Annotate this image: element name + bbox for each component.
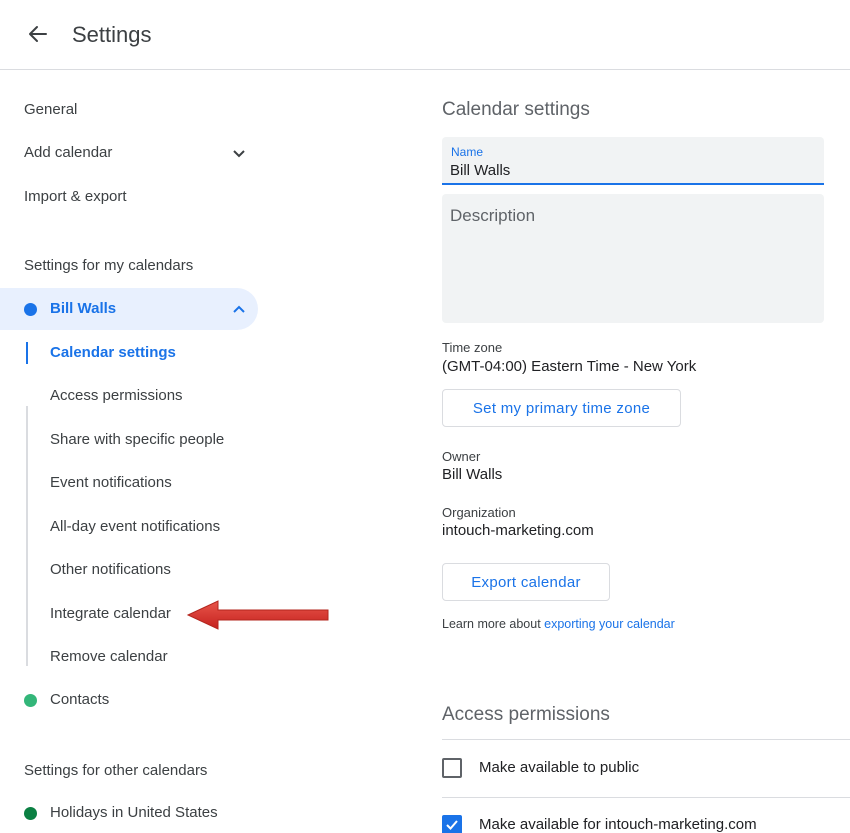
sub-other-notifications[interactable]: Other notifications (50, 561, 171, 578)
owner-label: Owner (442, 449, 480, 464)
name-field-label: Name (451, 145, 483, 159)
organization-value: intouch-marketing.com (442, 522, 594, 539)
access-permissions-heading: Access permissions (442, 704, 610, 726)
calendar-color-dot (24, 694, 37, 707)
sidebar: General Add calendar Import & export Set… (0, 70, 300, 833)
calendar-label: Bill Walls (50, 300, 116, 317)
learn-more-text: Learn more about exporting your calendar (442, 617, 675, 631)
nav-add-calendar[interactable]: Add calendar (24, 144, 112, 161)
sub-calendar-settings[interactable]: Calendar settings (50, 344, 176, 361)
learn-more-prefix: Learn more about (442, 617, 544, 631)
sub-event-notifications[interactable]: Event notifications (50, 474, 172, 491)
nav-general[interactable]: General (24, 101, 77, 118)
calendar-item-holidays[interactable]: Holidays in United States (0, 792, 258, 833)
sub-share-specific-people[interactable]: Share with specific people (50, 431, 224, 448)
public-checkbox-label: Make available to public (479, 759, 639, 776)
timezone-value: (GMT-04:00) Eastern Time - New York (442, 358, 696, 375)
set-primary-timezone-button[interactable]: Set my primary time zone (442, 389, 681, 427)
org-checkbox[interactable] (442, 815, 462, 833)
name-field[interactable]: Name Bill Walls (442, 137, 824, 185)
nav-import-export[interactable]: Import & export (24, 188, 127, 205)
timezone-label: Time zone (442, 340, 502, 355)
submenu-guide-line (26, 406, 28, 666)
description-field[interactable]: Description (442, 194, 824, 323)
public-checkbox[interactable] (442, 758, 462, 778)
calendar-color-dot (24, 807, 37, 820)
section-my-calendars: Settings for my calendars (24, 257, 193, 274)
section-other-calendars: Settings for other calendars (24, 762, 207, 779)
organization-label: Organization (442, 505, 516, 520)
annotation-arrow-icon (186, 598, 332, 632)
page-title: Settings (72, 22, 152, 48)
divider (442, 797, 850, 798)
calendar-item-bill-walls[interactable]: Bill Walls (0, 288, 258, 330)
owner-value: Bill Walls (442, 466, 502, 483)
export-calendar-button[interactable]: Export calendar (442, 563, 610, 601)
chevron-up-icon[interactable] (231, 301, 247, 317)
calendar-settings-heading: Calendar settings (442, 99, 590, 121)
active-indicator (26, 342, 28, 364)
exporting-calendar-link[interactable]: exporting your calendar (544, 617, 675, 631)
sub-remove-calendar[interactable]: Remove calendar (50, 648, 168, 665)
org-checkbox-label: Make available for intouch-marketing.com (479, 816, 757, 833)
calendar-item-contacts[interactable]: Contacts (0, 679, 258, 721)
name-field-value: Bill Walls (450, 162, 510, 179)
back-arrow-icon[interactable] (22, 20, 52, 50)
main-content: Calendar settings Name Bill Walls Descri… (442, 70, 850, 833)
checkbox-row-org[interactable]: Make available for intouch-marketing.com (442, 805, 850, 833)
settings-header: Settings (0, 0, 850, 70)
divider (442, 739, 850, 740)
calendar-label: Holidays in United States (50, 804, 218, 821)
checkbox-row-public[interactable]: Make available to public (442, 748, 850, 788)
chevron-down-icon[interactable] (231, 146, 247, 162)
description-placeholder: Description (450, 206, 535, 226)
sub-access-permissions[interactable]: Access permissions (50, 387, 183, 404)
sub-integrate-calendar[interactable]: Integrate calendar (50, 605, 171, 622)
checkmark-icon (444, 817, 460, 833)
sub-all-day-notifications[interactable]: All-day event notifications (50, 518, 220, 535)
calendar-label: Contacts (50, 691, 109, 708)
calendar-color-dot (24, 303, 37, 316)
